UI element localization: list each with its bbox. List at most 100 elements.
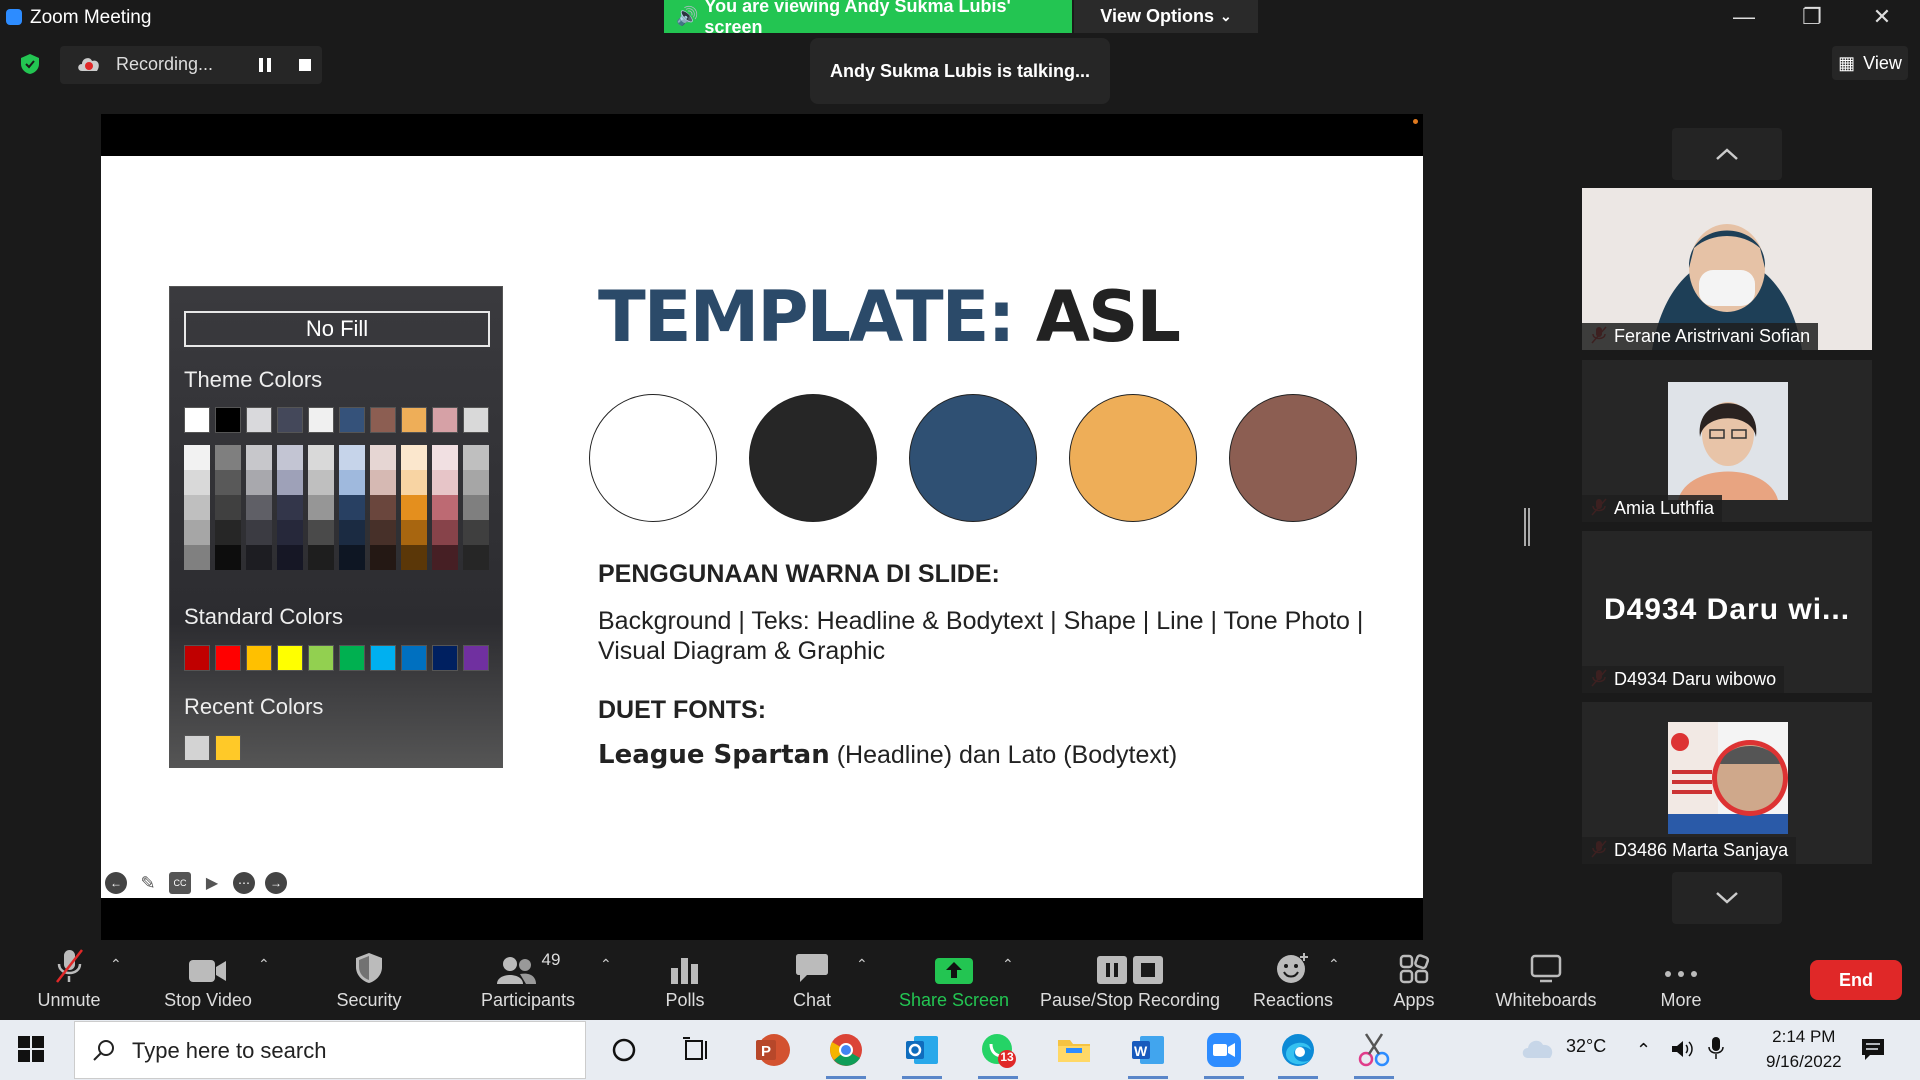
theme-shade-swatch[interactable] — [246, 545, 272, 570]
theme-shade-swatch[interactable] — [339, 445, 365, 470]
whatsapp-icon[interactable]: 13 — [978, 1030, 1018, 1070]
volume-icon[interactable] — [1670, 1038, 1694, 1065]
theme-shade-swatch[interactable] — [339, 495, 365, 520]
participants-button[interactable]: 49 Participants — [470, 942, 586, 1019]
theme-shade-swatch[interactable] — [308, 545, 334, 570]
participant-tile[interactable]: Ferane Aristrivani Sofian — [1582, 188, 1872, 350]
standard-color-swatch[interactable] — [432, 645, 458, 671]
theme-shade-swatch[interactable] — [432, 520, 458, 545]
zoom-app-icon[interactable] — [1204, 1030, 1244, 1070]
theme-color-swatch[interactable] — [246, 407, 272, 433]
restore-button[interactable]: ❐ — [1782, 0, 1842, 34]
standard-color-swatch[interactable] — [463, 645, 489, 671]
theme-shade-swatch[interactable] — [308, 445, 334, 470]
theme-shade-swatch[interactable] — [401, 545, 427, 570]
theme-shade-swatch[interactable] — [246, 445, 272, 470]
theme-shade-swatch[interactable] — [432, 545, 458, 570]
theme-shade-swatch[interactable] — [277, 545, 303, 570]
theme-color-swatch[interactable] — [463, 407, 489, 433]
theme-shade-swatch[interactable] — [246, 520, 272, 545]
theme-shade-swatch[interactable] — [215, 445, 241, 470]
theme-shade-swatch[interactable] — [308, 520, 334, 545]
stop-recording-button[interactable] — [290, 48, 320, 82]
chat-options-caret[interactable]: ⌃ — [856, 956, 868, 973]
weather-cloud-icon[interactable] — [1520, 1036, 1556, 1065]
theme-shade-swatch[interactable] — [184, 470, 210, 495]
minimize-button[interactable]: — — [1714, 0, 1774, 34]
pause-recording-button[interactable] — [250, 48, 280, 82]
more-button[interactable]: More — [1650, 942, 1712, 1019]
security-button[interactable]: Security — [320, 942, 418, 1019]
participant-tile[interactable]: Amia Luthfia — [1582, 360, 1872, 522]
theme-shade-swatch[interactable] — [184, 545, 210, 570]
stop-video-button[interactable]: Stop Video — [150, 942, 266, 1019]
snipping-tool-icon[interactable] — [1354, 1030, 1394, 1070]
theme-shade-swatch[interactable] — [463, 470, 489, 495]
chrome-icon[interactable] — [826, 1030, 866, 1070]
file-explorer-icon[interactable] — [1054, 1030, 1094, 1070]
gallery-scroll-up-button[interactable] — [1672, 128, 1782, 180]
close-window-button[interactable]: ✕ — [1852, 0, 1912, 34]
standard-color-swatch[interactable] — [184, 645, 210, 671]
participant-tile[interactable]: D4934 Daru wi... D4934 Daru wibowo — [1582, 531, 1872, 693]
theme-shade-swatch[interactable] — [246, 495, 272, 520]
theme-color-swatch[interactable] — [401, 407, 427, 433]
reactions-button[interactable]: Reactions — [1248, 942, 1338, 1019]
theme-shade-swatch[interactable] — [370, 470, 396, 495]
theme-shade-swatch[interactable] — [277, 520, 303, 545]
taskbar-clock[interactable]: 2:14 PM 9/16/2022 — [1766, 1024, 1842, 1074]
share-options-caret[interactable]: ⌃ — [1002, 956, 1014, 973]
microphone-tray-icon[interactable] — [1708, 1036, 1724, 1065]
reactions-options-caret[interactable]: ⌃ — [1328, 956, 1340, 973]
cortana-icon[interactable] — [604, 1030, 644, 1070]
standard-color-swatch[interactable] — [401, 645, 427, 671]
participants-options-caret[interactable]: ⌃ — [600, 956, 612, 973]
theme-shade-swatch[interactable] — [339, 545, 365, 570]
theme-shade-swatch[interactable] — [215, 470, 241, 495]
theme-shade-swatch[interactable] — [370, 545, 396, 570]
outlook-icon[interactable] — [902, 1030, 942, 1070]
pen-icon[interactable]: ✎ — [137, 872, 159, 894]
task-view-icon[interactable] — [676, 1030, 716, 1070]
powerpoint-icon[interactable]: P — [752, 1030, 792, 1070]
theme-color-swatch[interactable] — [215, 407, 241, 433]
apps-button[interactable]: Apps — [1384, 942, 1444, 1019]
theme-color-swatch[interactable] — [432, 407, 458, 433]
edge-icon[interactable] — [1278, 1030, 1318, 1070]
polls-button[interactable]: Polls — [650, 942, 720, 1019]
view-options-button[interactable]: View Options ⌄ — [1074, 0, 1258, 33]
standard-color-swatch[interactable] — [339, 645, 365, 671]
theme-shade-swatch[interactable] — [432, 445, 458, 470]
end-meeting-button[interactable]: End — [1810, 960, 1902, 1000]
tray-chevron-icon[interactable]: ⌃ — [1636, 1040, 1651, 1061]
recent-color-swatch[interactable] — [215, 735, 241, 761]
theme-shade-swatch[interactable] — [401, 495, 427, 520]
theme-shade-swatch[interactable] — [339, 470, 365, 495]
standard-color-swatch[interactable] — [277, 645, 303, 671]
theme-shade-swatch[interactable] — [432, 470, 458, 495]
recent-color-swatch[interactable] — [184, 735, 210, 761]
camera-off-icon[interactable]: ▶ — [201, 872, 223, 894]
theme-shade-swatch[interactable] — [370, 495, 396, 520]
unmute-button[interactable]: Unmute — [26, 942, 112, 1019]
theme-shade-swatch[interactable] — [215, 520, 241, 545]
windows-start-icon[interactable] — [18, 1036, 46, 1064]
theme-shade-swatch[interactable] — [184, 495, 210, 520]
theme-shade-swatch[interactable] — [401, 445, 427, 470]
theme-shade-swatch[interactable] — [370, 445, 396, 470]
standard-color-swatch[interactable] — [370, 645, 396, 671]
word-icon[interactable]: W — [1128, 1030, 1168, 1070]
participant-tile[interactable]: D3486 Marta Sanjaya — [1582, 702, 1872, 864]
theme-shade-swatch[interactable] — [184, 520, 210, 545]
theme-shade-swatch[interactable] — [463, 545, 489, 570]
theme-shade-swatch[interactable] — [308, 495, 334, 520]
theme-shade-swatch[interactable] — [432, 495, 458, 520]
theme-shade-swatch[interactable] — [215, 545, 241, 570]
theme-shade-swatch[interactable] — [463, 520, 489, 545]
whiteboards-button[interactable]: Whiteboards — [1490, 942, 1602, 1019]
more-options-icon[interactable]: ⋯ — [233, 872, 255, 894]
theme-shade-swatch[interactable] — [463, 445, 489, 470]
gallery-scroll-down-button[interactable] — [1672, 872, 1782, 924]
theme-shade-swatch[interactable] — [401, 520, 427, 545]
view-button[interactable]: ▦ View — [1832, 46, 1908, 80]
